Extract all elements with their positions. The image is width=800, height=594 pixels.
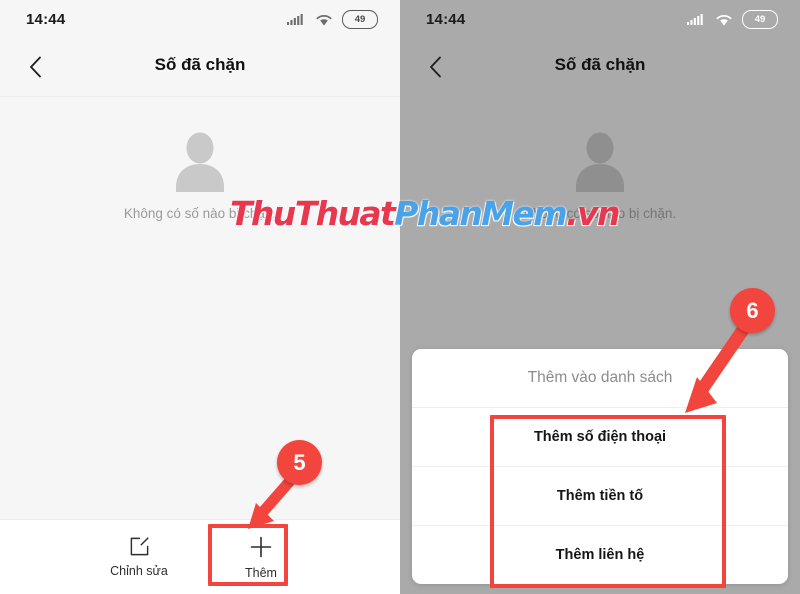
- signal-bars-icon: [687, 13, 703, 25]
- wifi-icon: [316, 14, 332, 26]
- status-icons-right: 49: [687, 10, 778, 29]
- battery-level: 49: [754, 14, 766, 25]
- step-badge-5: 5: [277, 440, 322, 485]
- app-bar-left: Số đã chặn: [0, 38, 400, 96]
- page-title-right: Số đã chặn: [554, 55, 646, 74]
- battery-level: 49: [354, 14, 366, 25]
- bottom-toolbar: Chỉnh sửa Thêm: [0, 519, 400, 594]
- edit-button-label: Chỉnh sửa: [110, 564, 168, 578]
- watermark-logo: ThuThuatPhanMem.vn: [230, 194, 620, 233]
- status-bar-right: 14:44 49: [400, 0, 800, 38]
- edit-square-icon: [130, 537, 149, 556]
- wifi-icon: [716, 14, 732, 26]
- screenshot-stage: 14:44 49 Số đã chặn Không có số nào bị c…: [0, 0, 800, 594]
- status-time: 14:44: [26, 11, 66, 28]
- status-bar-left: 14:44 49: [0, 0, 400, 38]
- step-badge-6: 6: [730, 288, 775, 333]
- phone-screen-left: 14:44 49 Số đã chặn Không có số nào bị c…: [0, 0, 400, 594]
- app-bar-right: Số đã chặn: [400, 38, 800, 96]
- watermark-part-2: PhanMem: [394, 194, 567, 233]
- arrow-down-left-icon: [685, 317, 755, 413]
- page-title: Số đã chặn: [154, 55, 246, 74]
- battery-icon: 49: [742, 10, 778, 29]
- highlight-box-dialog-options: [490, 415, 726, 588]
- watermark-part-3: .vn: [566, 194, 620, 233]
- status-icons: 49: [287, 10, 378, 29]
- status-time-right: 14:44: [426, 11, 466, 28]
- signal-bars-icon: [287, 13, 303, 25]
- watermark-part-1: ThuThuat: [230, 194, 396, 233]
- battery-icon: 49: [342, 10, 378, 29]
- person-silhouette-icon: [176, 132, 224, 192]
- edit-button[interactable]: Chỉnh sửa: [103, 529, 175, 585]
- person-silhouette-icon: [576, 132, 624, 192]
